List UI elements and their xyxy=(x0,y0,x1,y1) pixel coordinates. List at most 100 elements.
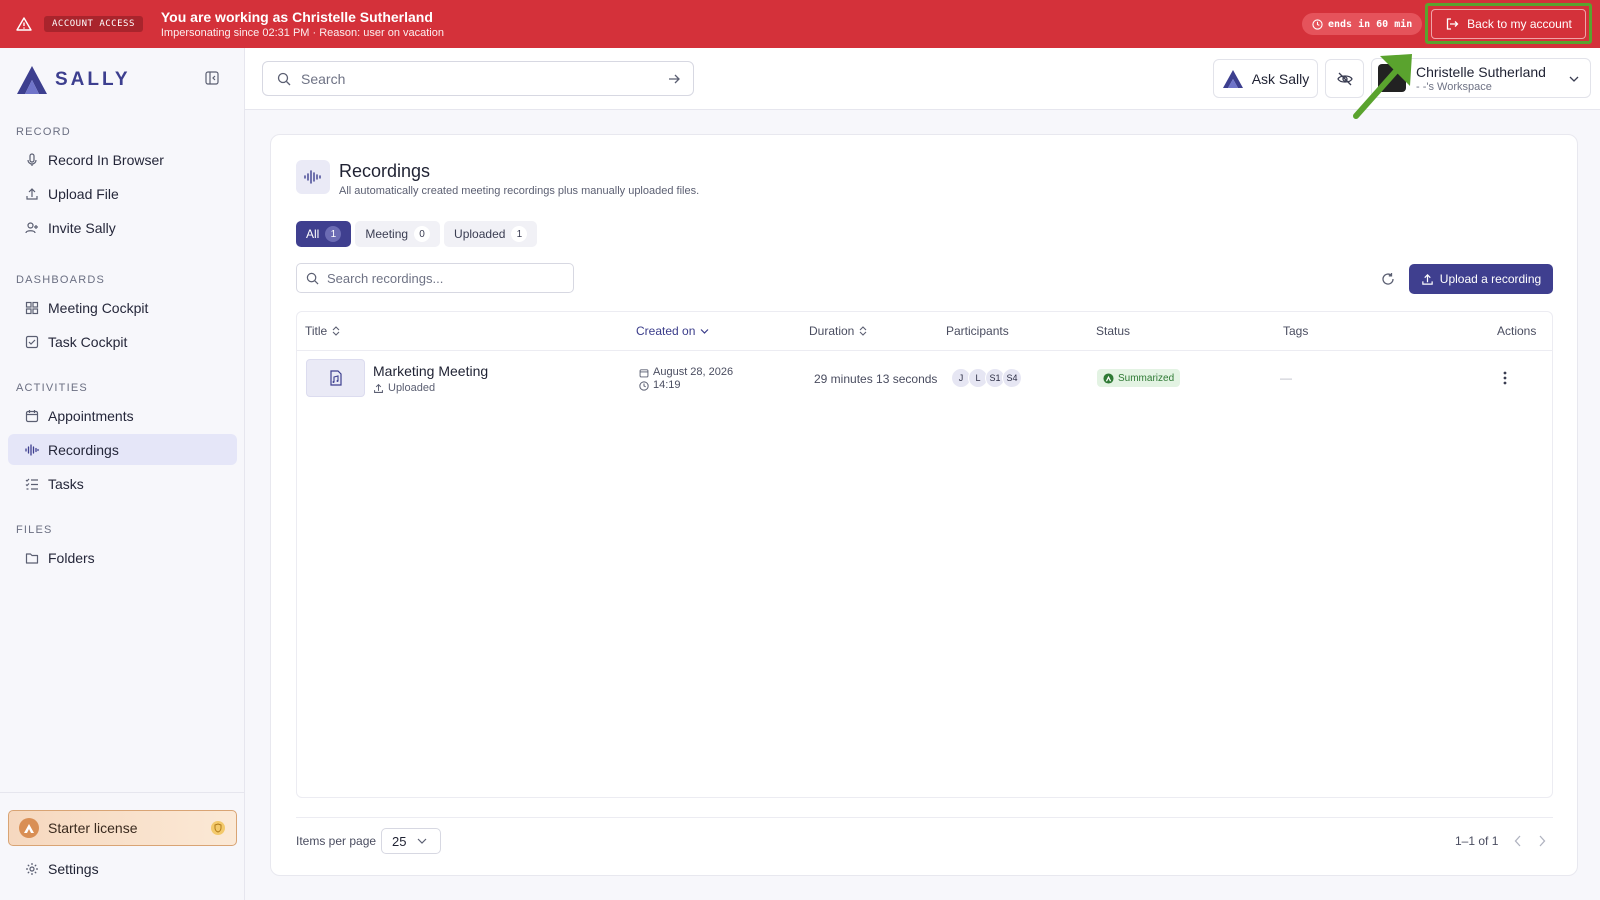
column-label: Actions xyxy=(1497,324,1537,338)
sort-icon xyxy=(859,326,867,336)
global-search-input[interactable]: Search xyxy=(262,61,694,96)
sally-logo[interactable]: SALLY xyxy=(15,64,131,96)
session-timer: ends in 60 min xyxy=(1302,13,1423,35)
status-label: Summarized xyxy=(1118,372,1175,384)
status-badge: Summarized xyxy=(1097,369,1181,387)
tags-empty: — xyxy=(1280,371,1292,385)
sidebar-item-meeting-cockpit[interactable]: Meeting Cockpit xyxy=(8,292,237,323)
recording-duration: 29 minutes 13 seconds xyxy=(814,372,938,386)
clock-icon xyxy=(1312,18,1323,30)
impersonation-banner: ACCOUNT ACCESS You are working as Christ… xyxy=(0,0,1600,48)
search-placeholder: Search recordings... xyxy=(327,270,444,286)
pagination: 1–1 of 1 xyxy=(1455,834,1546,848)
checkbox-icon xyxy=(25,335,39,348)
warning-icon xyxy=(16,17,32,31)
column-label: Title xyxy=(305,324,328,338)
tab-meeting[interactable]: Meeting 0 xyxy=(355,221,441,247)
license-avatar xyxy=(19,818,39,838)
chevron-left-icon[interactable] xyxy=(1514,835,1522,847)
sidebar-item-tasks[interactable]: Tasks xyxy=(8,468,237,499)
sidebar-item-invite-sally[interactable]: Invite Sally xyxy=(8,212,237,243)
sidebar: SALLY RECORD Record In Browser Upload Fi… xyxy=(0,48,245,900)
column-header-duration[interactable]: Duration xyxy=(809,324,867,338)
sidebar-item-appointments[interactable]: Appointments xyxy=(8,400,237,431)
source-label: Uploaded xyxy=(388,382,436,394)
recordings-table: Title Created on Duration Participants S… xyxy=(296,311,1553,798)
tab-count: 1 xyxy=(325,226,342,242)
list-check-icon xyxy=(25,478,38,490)
waveform-icon xyxy=(304,170,321,184)
upload-icon xyxy=(26,187,38,200)
sidebar-item-upload-file[interactable]: Upload File xyxy=(8,178,237,209)
sally-mark-icon xyxy=(24,823,34,833)
column-header-participants: Participants xyxy=(946,324,1009,338)
sidebar-item-folders[interactable]: Folders xyxy=(8,542,237,573)
brand-name: SALLY xyxy=(55,69,131,90)
sidebar-item-recordings[interactable]: Recordings xyxy=(8,434,237,465)
sidebar-item-label: Appointments xyxy=(48,407,134,424)
more-actions-icon[interactable] xyxy=(1502,370,1508,386)
items-per-page-label: Items per page xyxy=(296,834,377,848)
recordings-header-icon xyxy=(296,160,330,194)
items-per-page-select[interactable]: 25 xyxy=(381,828,442,854)
annotation-arrow-icon xyxy=(1353,54,1412,119)
column-header-title[interactable]: Title xyxy=(305,324,340,338)
user-info: Christelle Sutherland - -'s Workspace xyxy=(1416,64,1546,93)
sidebar-item-task-cockpit[interactable]: Task Cockpit xyxy=(8,326,237,357)
account-access-badge: ACCOUNT ACCESS xyxy=(44,16,143,32)
filter-tabs: All 1 Meeting 0 Uploaded 1 xyxy=(296,221,541,247)
refresh-icon[interactable] xyxy=(1381,272,1395,286)
upload-recording-button[interactable]: Upload a recording xyxy=(1409,264,1553,294)
column-label: Duration xyxy=(809,324,855,338)
ask-sally-button[interactable]: Ask Sally xyxy=(1213,59,1318,98)
workspace-name: - -'s Workspace xyxy=(1416,80,1492,93)
recording-created-on: August 28, 2026 14:19 xyxy=(639,366,733,392)
collapse-sidebar-icon[interactable] xyxy=(205,71,219,85)
footer-divider xyxy=(296,817,1553,818)
tab-label: Meeting xyxy=(365,227,409,241)
recording-thumbnail[interactable] xyxy=(306,359,365,397)
sally-logo-icon xyxy=(17,66,47,94)
recordings-card: Recordings All automatically created mee… xyxy=(270,134,1578,876)
items-per-page: Items per page 25 xyxy=(296,828,442,854)
column-label: Tags xyxy=(1283,324,1309,338)
section-record: RECORD xyxy=(16,126,71,138)
exit-icon xyxy=(1446,17,1459,30)
timer-text: ends in 60 min xyxy=(1328,18,1413,30)
calendar-icon xyxy=(639,368,649,377)
tab-all[interactable]: All 1 xyxy=(296,221,352,247)
recordings-search-input[interactable]: Search recordings... xyxy=(296,263,574,293)
tab-uploaded[interactable]: Uploaded 1 xyxy=(444,221,538,247)
back-to-my-account-button[interactable]: Back to my account xyxy=(1431,8,1586,39)
sally-status-icon xyxy=(1103,372,1114,384)
section-dashboards: DASHBOARDS xyxy=(16,274,106,286)
starter-license-button[interactable]: Starter license xyxy=(8,810,237,846)
back-button-label: Back to my account xyxy=(1467,16,1572,31)
column-header-created-on[interactable]: Created on xyxy=(636,324,709,338)
waveform-icon xyxy=(25,443,39,456)
recording-title[interactable]: Marketing Meeting xyxy=(373,363,488,379)
sidebar-item-label: Folders xyxy=(48,549,95,566)
chevron-right-icon[interactable] xyxy=(1538,835,1546,847)
sidebar-item-label: Recordings xyxy=(48,441,119,458)
sidebar-item-label: Invite Sally xyxy=(48,219,116,236)
grid-icon xyxy=(25,301,39,314)
tab-label: Uploaded xyxy=(454,227,506,241)
sidebar-item-record-in-browser[interactable]: Record In Browser xyxy=(8,144,237,175)
chevron-down-icon xyxy=(417,838,426,844)
sort-icon xyxy=(332,326,340,336)
participant-avatar[interactable]: S4 xyxy=(1002,368,1022,388)
sidebar-item-label: Tasks xyxy=(48,475,84,492)
page-range: 1–1 of 1 xyxy=(1455,834,1499,848)
mic-icon xyxy=(27,152,37,166)
sidebar-item-settings[interactable]: Settings xyxy=(8,853,237,884)
banner-title: You are working as Christelle Sutherland xyxy=(160,9,433,25)
ask-sally-label: Ask Sally xyxy=(1251,70,1310,87)
header-divider xyxy=(297,350,1552,351)
sidebar-item-label: Task Cockpit xyxy=(48,333,128,350)
recording-source: Uploaded xyxy=(373,382,435,394)
chevron-down-icon xyxy=(700,328,709,334)
column-label: Participants xyxy=(946,324,1009,338)
arrow-right-icon[interactable] xyxy=(667,72,681,86)
participants: J L S1 S4 xyxy=(951,368,1022,388)
